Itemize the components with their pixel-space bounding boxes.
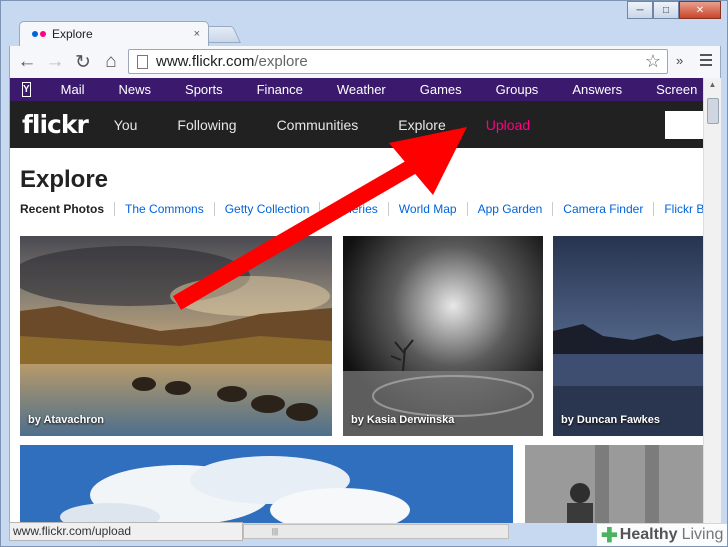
photo-caption[interactable]: by Atavachron: [28, 414, 104, 426]
browser-toolbar: ← → ↻ ⌂ www.flickr.com/explore ☆ »: [9, 46, 721, 78]
url-text: www.flickr.com/explore: [156, 53, 308, 70]
menu-icon[interactable]: [700, 54, 712, 69]
flickr-header: flickr You Following Communities Explore…: [10, 101, 703, 148]
nav-communities[interactable]: Communities: [277, 117, 359, 133]
yahoo-link-mail[interactable]: Mail: [61, 82, 85, 97]
home-icon[interactable]: ⌂: [100, 51, 122, 73]
flickr-favicon-icon: [32, 31, 46, 37]
subnav-world-map[interactable]: World Map: [399, 202, 468, 216]
yahoo-logo-icon[interactable]: Y: [22, 82, 31, 97]
plus-icon: ✚: [601, 524, 618, 547]
photo-tile[interactable]: by Kasia Derwinska: [343, 236, 543, 436]
photo-caption[interactable]: by Kasia Derwinska: [351, 414, 454, 426]
status-bar: www.flickr.com/upload: [9, 522, 243, 541]
photo-tile[interactable]: by Atavachron: [20, 236, 332, 436]
yahoo-bar: Y Mail News Sports Finance Weather Games…: [10, 78, 703, 101]
close-window-button[interactable]: ✕: [679, 1, 721, 19]
subnav-getty-collection[interactable]: Getty Collection: [225, 202, 321, 216]
nav-following[interactable]: Following: [177, 117, 236, 133]
search-input[interactable]: [665, 111, 703, 139]
nav-upload[interactable]: Upload: [486, 117, 530, 133]
tab-strip: Explore ×: [9, 19, 709, 46]
extensions-overflow-icon[interactable]: »: [676, 53, 683, 68]
subnav-recent-photos[interactable]: Recent Photos: [20, 202, 116, 216]
bookmark-star-icon[interactable]: ☆: [645, 51, 661, 72]
scroll-thumb[interactable]: [707, 98, 719, 124]
subnav-app-garden[interactable]: App Garden: [478, 202, 554, 216]
dusk-lake-image: [553, 236, 703, 436]
minimize-button[interactable]: ─: [627, 1, 653, 19]
subnav-flickr-blog[interactable]: Flickr Blog: [664, 202, 703, 216]
yahoo-link-games[interactable]: Games: [420, 82, 462, 97]
window-controls: ─ □ ✕: [627, 1, 721, 19]
browser-window: ─ □ ✕ Explore × ← → ↻ ⌂ www.flickr.com/e…: [0, 0, 728, 547]
nav-you[interactable]: You: [114, 117, 138, 133]
nav-explore[interactable]: Explore: [398, 117, 445, 133]
page-viewport: Y Mail News Sports Finance Weather Games…: [9, 78, 703, 523]
photo-caption[interactable]: by Duncan Fawkes: [561, 414, 660, 426]
explore-subnav: Recent Photos The Commons Getty Collecti…: [20, 202, 703, 216]
healthy-living-watermark: ✚ Healthy Living: [597, 524, 728, 547]
horizontal-scrollbar[interactable]: |||: [243, 524, 509, 539]
yahoo-link-answers[interactable]: Answers: [572, 82, 622, 97]
page-icon: [137, 54, 148, 69]
yahoo-link-sports[interactable]: Sports: [185, 82, 223, 97]
landscape-lake-image: [20, 236, 332, 436]
cloudy-sky-image: [20, 445, 513, 523]
portrait-street-image: [525, 445, 703, 523]
flickr-logo[interactable]: flickr: [22, 110, 89, 139]
tab-explore[interactable]: Explore ×: [19, 21, 209, 46]
forward-arrow-icon[interactable]: →: [44, 51, 66, 73]
maximize-button[interactable]: □: [653, 1, 679, 19]
tab-title: Explore: [52, 27, 93, 41]
yahoo-link-weather[interactable]: Weather: [337, 82, 386, 97]
photo-tile[interactable]: [525, 445, 703, 523]
yahoo-link-news[interactable]: News: [119, 82, 152, 97]
yahoo-link-screen[interactable]: Screen: [656, 82, 697, 97]
address-bar[interactable]: www.flickr.com/explore ☆: [128, 49, 668, 74]
yahoo-link-groups[interactable]: Groups: [496, 82, 539, 97]
foggy-tree-image: [343, 236, 543, 436]
scroll-up-icon[interactable]: ▲: [704, 78, 721, 92]
yahoo-link-finance[interactable]: Finance: [257, 82, 303, 97]
reload-icon[interactable]: ↻: [72, 51, 94, 73]
subnav-the-commons[interactable]: The Commons: [125, 202, 215, 216]
photo-tile[interactable]: by Duncan Fawkes: [553, 236, 703, 436]
photo-tile[interactable]: [20, 445, 513, 523]
tab-close-icon[interactable]: ×: [194, 28, 200, 40]
page-title: Explore: [20, 166, 109, 193]
back-arrow-icon[interactable]: ←: [16, 51, 38, 73]
scroll-grip-icon[interactable]: |||: [260, 527, 290, 537]
subnav-camera-finder[interactable]: Camera Finder: [563, 202, 655, 216]
vertical-scrollbar[interactable]: ▲: [703, 78, 721, 523]
subnav-galleries[interactable]: Galleries: [330, 202, 389, 216]
